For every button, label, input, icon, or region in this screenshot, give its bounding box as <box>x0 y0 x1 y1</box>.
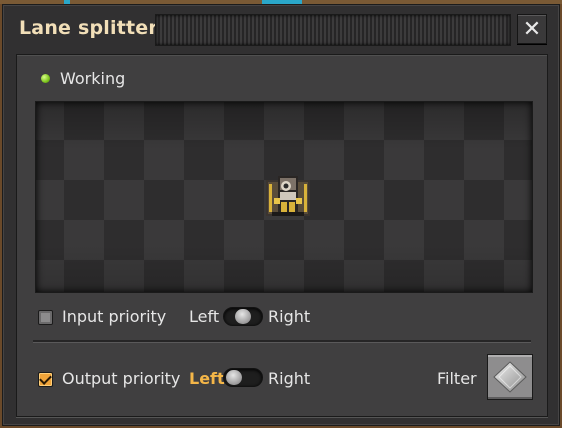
drag-handle[interactable] <box>155 14 511 46</box>
input-priority-label: Input priority <box>62 307 167 326</box>
status-text: Working <box>60 69 126 88</box>
output-priority-switch[interactable] <box>223 368 263 387</box>
entity-preview[interactable] <box>35 101 533 293</box>
content-panel: Working Input priority Left Right Output… <box>16 54 548 417</box>
input-priority-switch[interactable] <box>223 307 263 326</box>
lane-splitter-window: Lane splitter ✕ Working Input priority L… <box>2 4 560 426</box>
filter-diamond-icon <box>493 361 527 393</box>
window-title: Lane splitter <box>19 17 158 39</box>
status-indicator-icon <box>41 74 50 83</box>
input-priority-right-label[interactable]: Right <box>268 307 310 326</box>
output-priority-checkbox[interactable] <box>38 372 53 387</box>
titlebar[interactable]: Lane splitter ✕ <box>3 5 559 53</box>
output-priority-right-label[interactable]: Right <box>268 369 310 388</box>
close-icon: ✕ <box>522 17 542 42</box>
output-priority-label: Output priority <box>62 369 181 388</box>
input-priority-checkbox[interactable] <box>38 310 53 325</box>
input-priority-switch-knob[interactable] <box>235 309 251 324</box>
input-priority-left-label[interactable]: Left <box>189 307 219 326</box>
section-divider <box>33 340 531 343</box>
filter-slot-button[interactable] <box>487 354 533 400</box>
output-priority-left-label[interactable]: Left <box>189 369 225 388</box>
checkmark-icon <box>39 372 52 385</box>
splitter-entity-icon <box>266 176 310 216</box>
close-button[interactable]: ✕ <box>517 14 547 44</box>
filter-label: Filter <box>437 369 477 388</box>
output-priority-switch-knob[interactable] <box>226 370 242 385</box>
